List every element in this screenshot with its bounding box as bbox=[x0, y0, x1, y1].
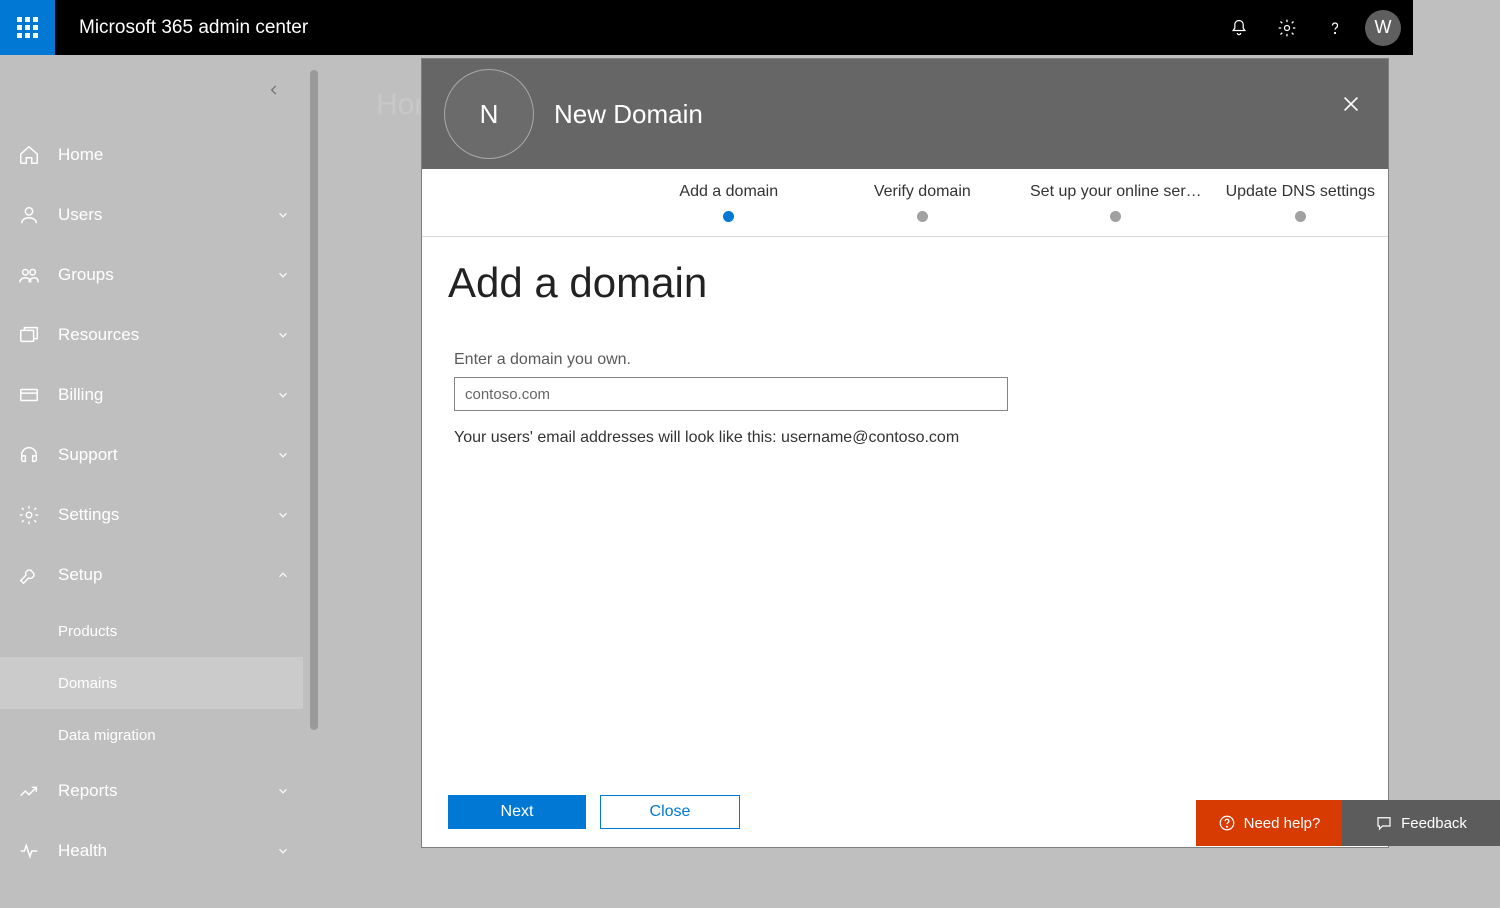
sidebar-subitem-domains[interactable]: Domains bbox=[0, 657, 303, 709]
chevron-down-icon bbox=[276, 268, 290, 282]
sidebar-item-users[interactable]: Users bbox=[0, 185, 303, 245]
feedback-label: Feedback bbox=[1401, 815, 1467, 832]
domain-hint: Your users' email addresses will look li… bbox=[454, 429, 1362, 447]
panel-avatar: N bbox=[444, 69, 534, 159]
step-update-dns[interactable]: Update DNS settings bbox=[1213, 183, 1388, 222]
step-dot-icon bbox=[1295, 211, 1306, 222]
sidebar-subitem-label: Domains bbox=[58, 675, 117, 692]
chevron-down-icon bbox=[276, 208, 290, 222]
chevron-left-icon bbox=[267, 83, 281, 97]
waffle-icon bbox=[17, 17, 38, 38]
panel-avatar-letter: N bbox=[480, 99, 499, 130]
sidebar-item-label: Resources bbox=[58, 325, 263, 345]
sidebar-scrollbar[interactable] bbox=[310, 70, 318, 730]
sidebar: Home Users Groups Resources Billing Supp… bbox=[0, 55, 303, 875]
feedback-button[interactable]: Feedback bbox=[1342, 800, 1500, 846]
help-button[interactable] bbox=[1311, 0, 1359, 55]
step-add-domain[interactable]: Add a domain bbox=[632, 183, 826, 222]
domain-input[interactable] bbox=[454, 377, 1008, 411]
panel-title: New Domain bbox=[554, 99, 703, 130]
support-icon bbox=[18, 444, 40, 466]
groups-icon bbox=[18, 264, 40, 286]
sidebar-item-label: Groups bbox=[58, 265, 263, 285]
sidebar-subitem-data-migration[interactable]: Data migration bbox=[0, 709, 303, 761]
chevron-down-icon bbox=[276, 388, 290, 402]
sidebar-subitem-label: Data migration bbox=[58, 727, 156, 744]
question-icon bbox=[1325, 18, 1345, 38]
billing-icon bbox=[18, 384, 40, 406]
sidebar-item-label: Setup bbox=[58, 565, 263, 585]
need-help-label: Need help? bbox=[1244, 815, 1321, 832]
step-dot-icon bbox=[917, 211, 928, 222]
step-label: Update DNS settings bbox=[1226, 183, 1375, 201]
sidebar-item-resources[interactable]: Resources bbox=[0, 305, 303, 365]
app-launcher-button[interactable] bbox=[0, 0, 55, 55]
avatar-initial: W bbox=[1375, 17, 1392, 38]
sidebar-item-label: Reports bbox=[58, 781, 263, 801]
sidebar-item-health[interactable]: Health bbox=[0, 821, 303, 881]
step-label: Set up your online ser… bbox=[1030, 183, 1202, 201]
chevron-down-icon bbox=[276, 784, 290, 798]
sidebar-item-label: Health bbox=[58, 841, 263, 861]
step-dot-icon bbox=[723, 211, 734, 222]
sidebar-item-label: Support bbox=[58, 445, 263, 465]
sidebar-subitem-products[interactable]: Products bbox=[0, 605, 303, 657]
panel-heading: Add a domain bbox=[448, 259, 1362, 307]
home-icon bbox=[18, 144, 40, 166]
domain-field-label: Enter a domain you own. bbox=[454, 351, 1362, 369]
sidebar-item-label: Home bbox=[58, 145, 303, 165]
step-label: Add a domain bbox=[679, 183, 778, 201]
sidebar-item-setup[interactable]: Setup bbox=[0, 545, 303, 605]
notifications-button[interactable] bbox=[1215, 0, 1263, 55]
gear-icon bbox=[18, 504, 40, 526]
settings-button[interactable] bbox=[1263, 0, 1311, 55]
panel-body: Add a domain Enter a domain you own. You… bbox=[422, 237, 1388, 847]
comment-icon bbox=[1375, 814, 1393, 832]
close-icon bbox=[1340, 93, 1362, 115]
sidebar-item-label: Billing bbox=[58, 385, 263, 405]
question-circle-icon bbox=[1218, 814, 1236, 832]
step-label: Verify domain bbox=[874, 183, 971, 201]
sidebar-item-billing[interactable]: Billing bbox=[0, 365, 303, 425]
sidebar-subitem-label: Products bbox=[58, 623, 117, 640]
resources-icon bbox=[18, 324, 40, 346]
step-setup-services[interactable]: Set up your online ser… bbox=[1019, 183, 1213, 222]
sidebar-item-support[interactable]: Support bbox=[0, 425, 303, 485]
sidebar-item-groups[interactable]: Groups bbox=[0, 245, 303, 305]
need-help-button[interactable]: Need help? bbox=[1196, 800, 1342, 846]
chevron-up-icon bbox=[276, 568, 290, 582]
health-icon bbox=[18, 840, 40, 862]
topbar: Microsoft 365 admin center W bbox=[0, 0, 1413, 55]
app-title: Microsoft 365 admin center bbox=[79, 17, 308, 39]
gear-icon bbox=[1277, 18, 1297, 38]
next-button[interactable]: Next bbox=[448, 795, 586, 829]
close-button[interactable]: Close bbox=[600, 795, 740, 829]
chevron-down-icon bbox=[276, 508, 290, 522]
account-avatar[interactable]: W bbox=[1365, 10, 1401, 46]
step-progress: Add a domain Verify domain Set up your o… bbox=[422, 169, 1388, 237]
wrench-icon bbox=[18, 564, 40, 586]
collapse-sidebar-button[interactable] bbox=[267, 83, 281, 102]
chevron-down-icon bbox=[276, 328, 290, 342]
step-dot-icon bbox=[1110, 211, 1121, 222]
bell-icon bbox=[1229, 18, 1249, 38]
new-domain-panel: N New Domain Add a domain Verify domain … bbox=[421, 58, 1389, 848]
sidebar-item-settings[interactable]: Settings bbox=[0, 485, 303, 545]
reports-icon bbox=[18, 780, 40, 802]
sidebar-item-home[interactable]: Home bbox=[0, 125, 303, 185]
user-icon bbox=[18, 204, 40, 226]
chevron-down-icon bbox=[276, 448, 290, 462]
panel-close-button[interactable] bbox=[1340, 93, 1362, 120]
sidebar-item-label: Settings bbox=[58, 505, 263, 525]
sidebar-item-reports[interactable]: Reports bbox=[0, 761, 303, 821]
chevron-down-icon bbox=[276, 844, 290, 858]
sidebar-item-label: Users bbox=[58, 205, 263, 225]
step-verify-domain[interactable]: Verify domain bbox=[826, 183, 1020, 222]
panel-header: N New Domain bbox=[422, 59, 1388, 169]
